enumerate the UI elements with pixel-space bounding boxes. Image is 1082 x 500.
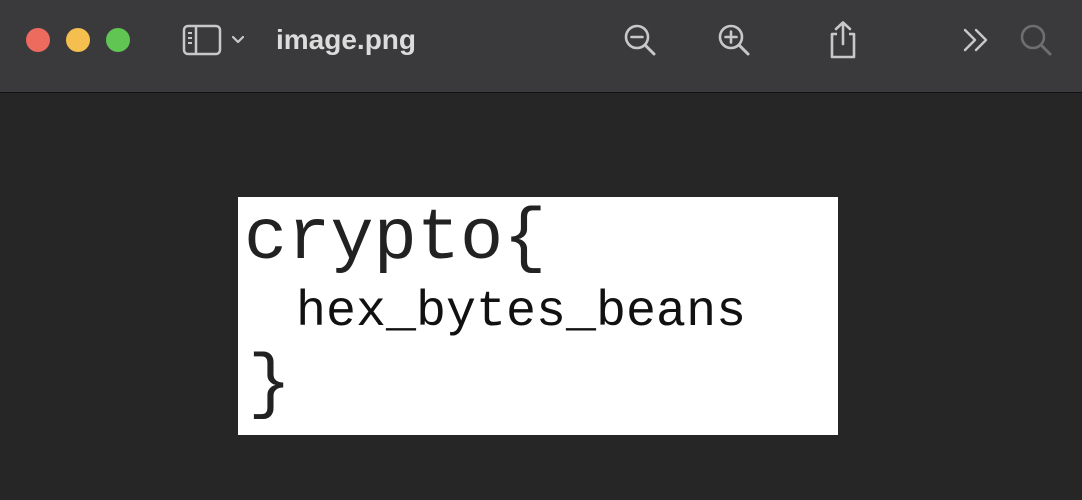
minimize-button[interactable] — [66, 28, 90, 52]
image-text-line-2: hex_bytes_beans — [296, 284, 747, 341]
image-text-line-1: crypto{ — [244, 198, 547, 280]
search-icon — [1020, 24, 1052, 56]
image-text-line-3: } — [248, 344, 292, 426]
displayed-image: crypto{ hex_bytes_beans } — [238, 197, 838, 435]
preview-window: image.png crypto{hex_bytes_beans} — [0, 0, 1082, 500]
sidebar-toggle-button[interactable] — [182, 24, 252, 56]
document-view: crypto{ hex_bytes_beans } — [0, 93, 1082, 500]
search-button[interactable] — [1016, 20, 1056, 60]
zoom-out-icon — [624, 24, 656, 56]
title-bar: image.png — [0, 0, 1082, 93]
sidebar-icon — [182, 24, 245, 56]
fullscreen-button[interactable] — [106, 28, 130, 52]
window-title: image.png — [276, 24, 417, 55]
zoom-out-button[interactable] — [620, 20, 660, 60]
more-toolbar-items-button[interactable] — [956, 20, 996, 60]
close-button[interactable] — [26, 28, 50, 52]
zoom-in-icon — [718, 24, 750, 56]
share-button[interactable] — [823, 20, 863, 60]
share-icon — [830, 21, 856, 59]
zoom-in-button[interactable] — [714, 20, 754, 60]
chevron-double-right-icon — [963, 28, 988, 52]
